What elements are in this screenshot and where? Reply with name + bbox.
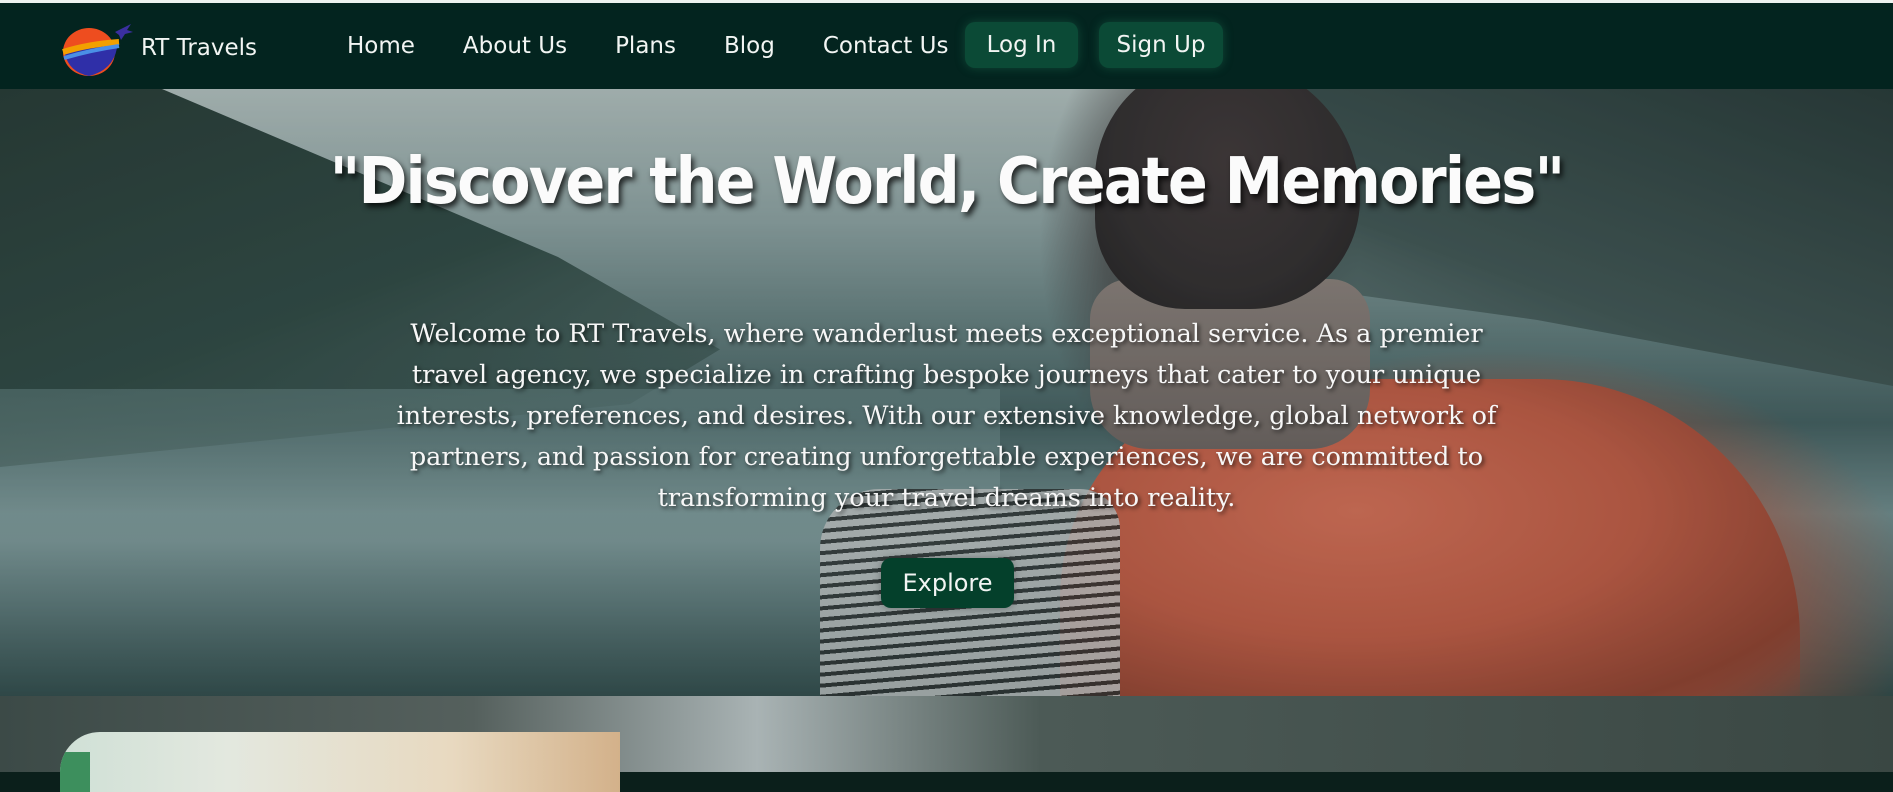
brand[interactable]: RT Travels	[55, 18, 257, 78]
map-image-card	[60, 732, 620, 792]
login-button[interactable]: Log In	[965, 22, 1078, 68]
nav-link-contact-us[interactable]: Contact Us	[823, 33, 949, 59]
hero-description: Welcome to RT Travels, where wanderlust …	[396, 319, 1497, 513]
explore-button[interactable]: Explore	[881, 558, 1014, 608]
brand-name: RT Travels	[141, 35, 258, 61]
nav-link-home[interactable]: Home	[347, 33, 415, 59]
main-menu: Home About Us Plans Blog Contact Us	[347, 3, 948, 89]
signup-button[interactable]: Sign Up	[1099, 22, 1223, 68]
nav-link-blog[interactable]: Blog	[724, 33, 775, 59]
nav-link-about-us[interactable]: About Us	[463, 33, 567, 59]
travel-globe-plane-icon	[62, 24, 133, 76]
navbar: RT Travels Home About Us Plans Blog Cont…	[0, 3, 1893, 89]
hero-title: "Discover the World, Create Memories"	[329, 145, 1565, 219]
nav-link-plans[interactable]: Plans	[615, 33, 676, 59]
